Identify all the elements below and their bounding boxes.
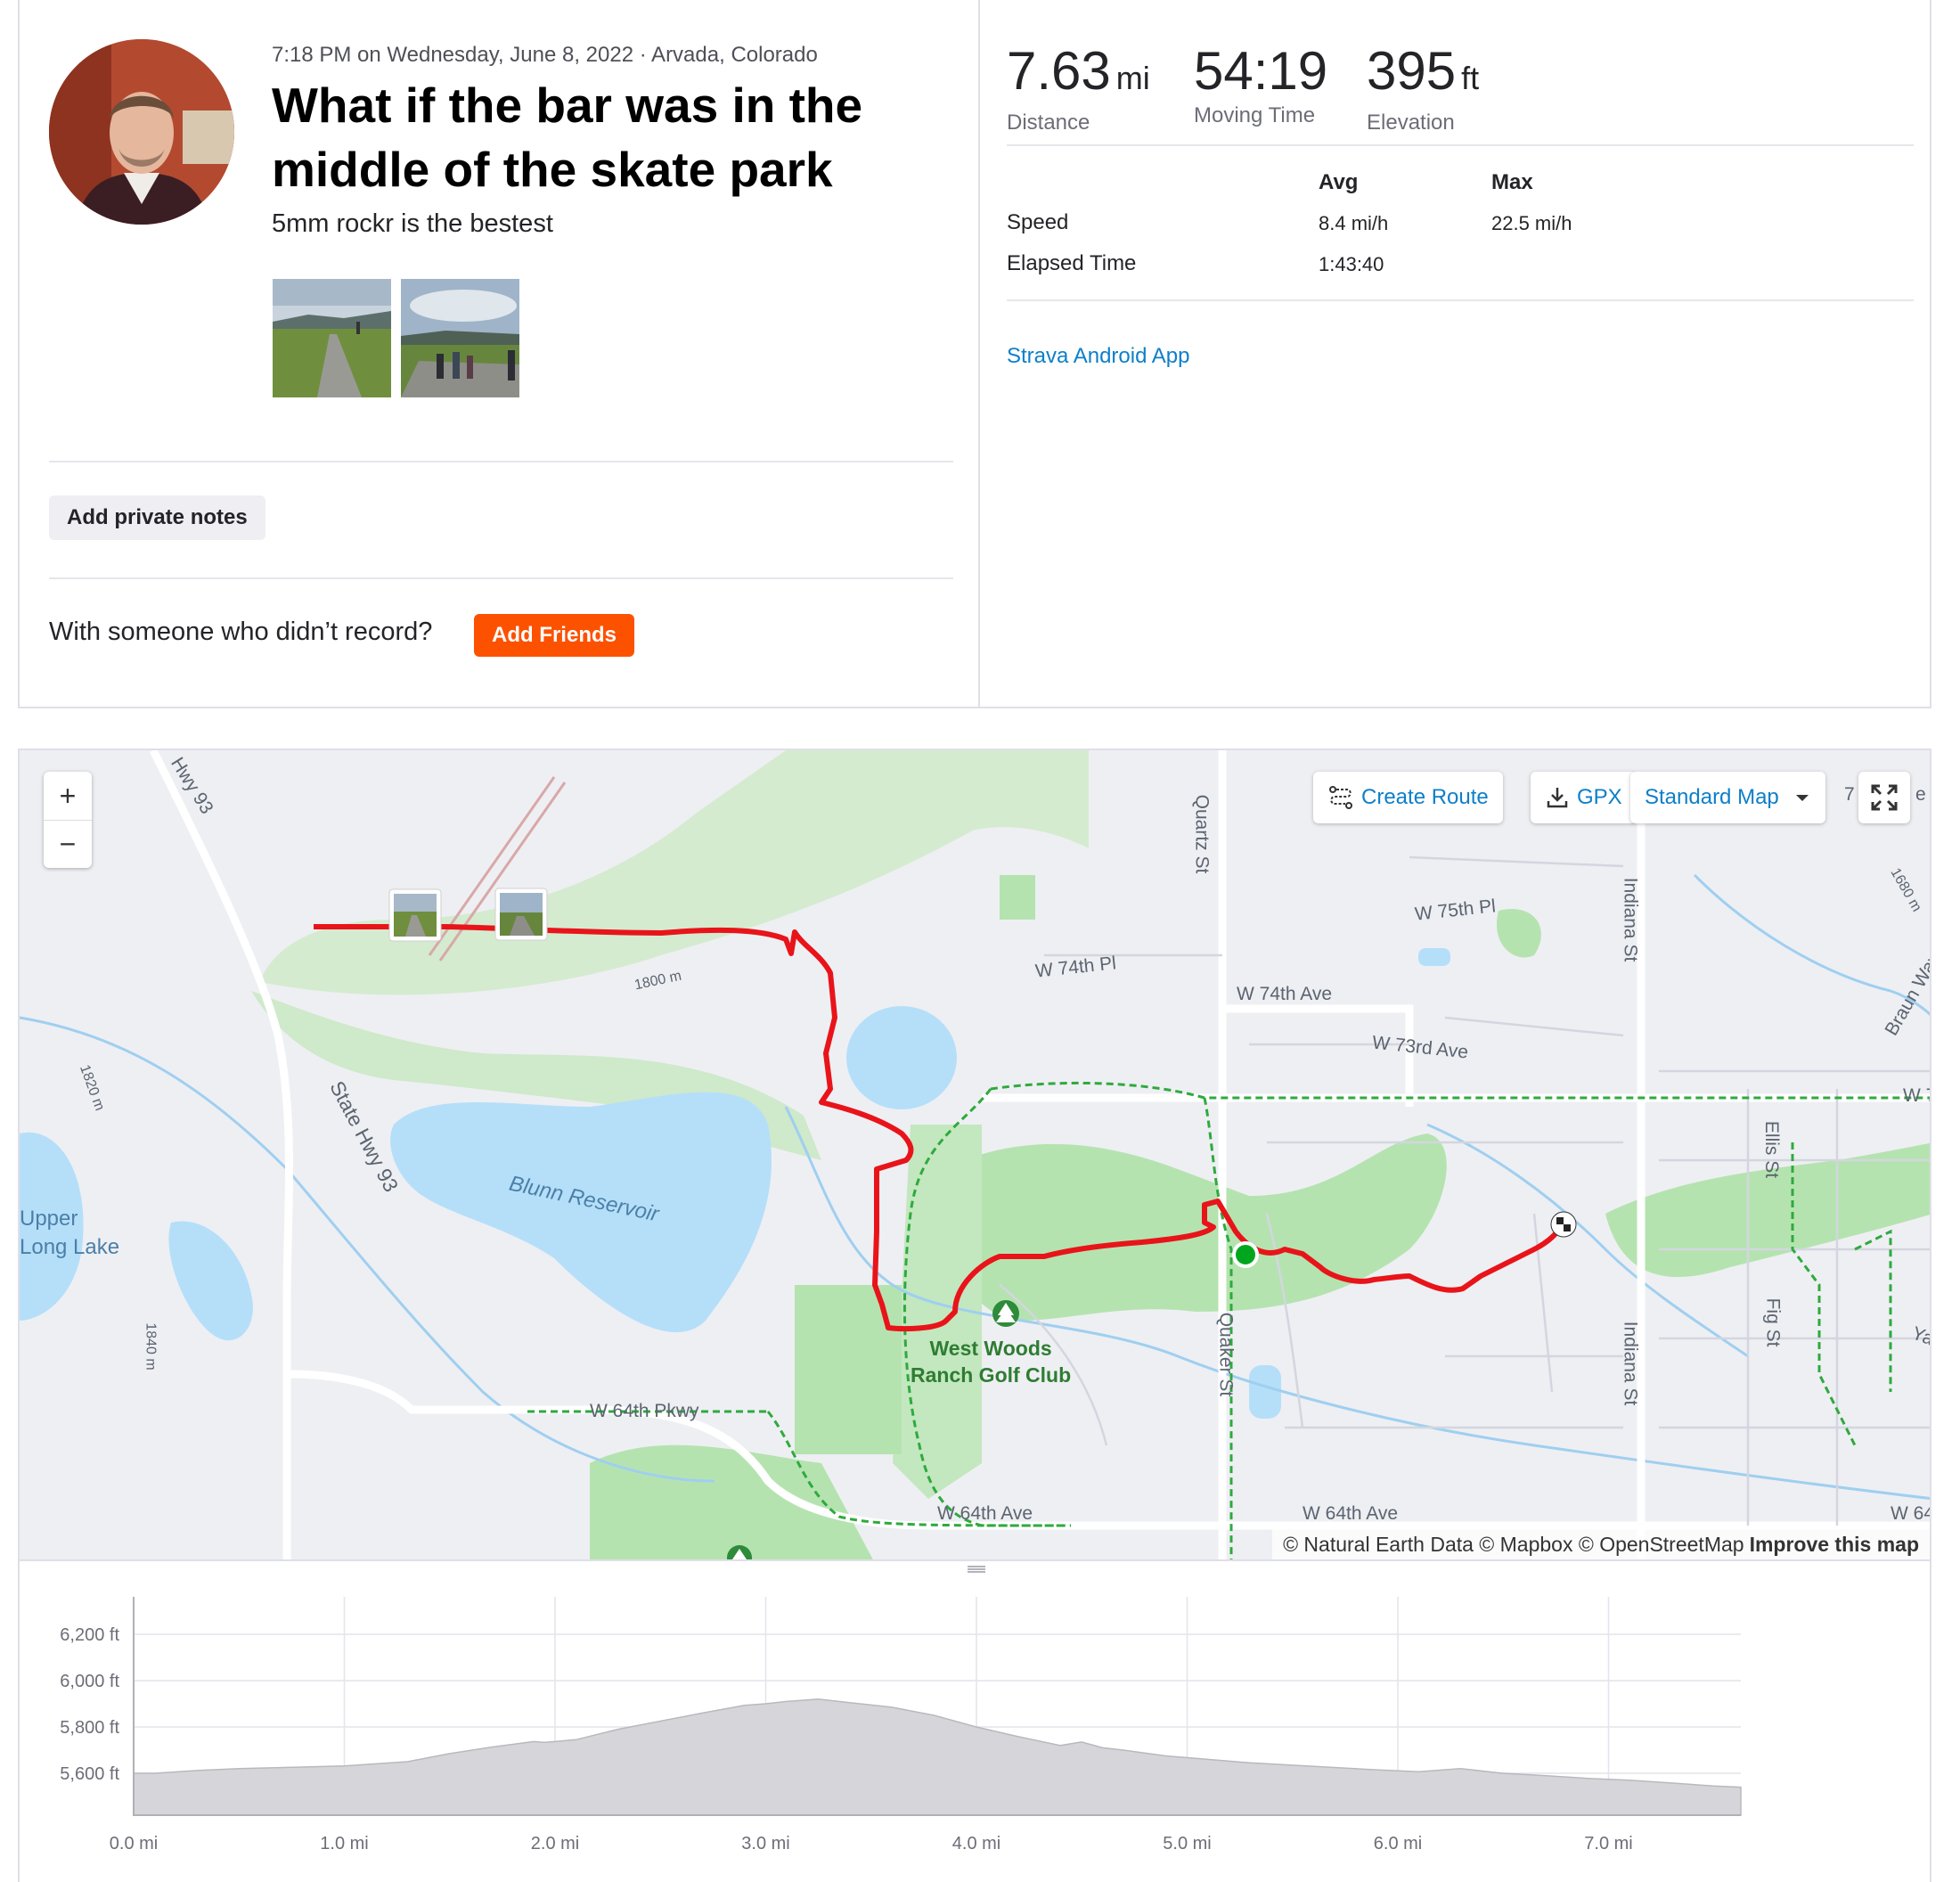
zoom-controls: + − xyxy=(44,772,92,868)
create-route-label: Create Route xyxy=(1361,785,1489,809)
y-tick-label: 5,600 ft xyxy=(60,1764,119,1784)
column-header-avg: Avg xyxy=(1319,170,1359,194)
activity-datetime-location: 7:18 PM on Wednesday, June 8, 2022 · Arv… xyxy=(272,43,818,67)
x-tick-label: 4.0 mi xyxy=(952,1834,1000,1853)
route-icon xyxy=(1329,786,1352,809)
map-attribution: © Natural Earth Data © Mapbox © OpenStre… xyxy=(1272,1529,1930,1559)
activity-stats: 7.63 mi Distance 54:19 Moving Time 395 ft … xyxy=(982,0,1931,707)
map-label-w74th-ave: W 74th Ave xyxy=(1237,984,1333,1004)
map-label-w64: W 64 xyxy=(1891,1503,1931,1524)
x-tick-label: 7.0 mi xyxy=(1584,1834,1632,1853)
download-icon xyxy=(1547,788,1568,808)
with-someone-prompt: With someone who didn’t record? xyxy=(49,618,433,646)
map-label-w64th-pkwy: W 64th Pkwy xyxy=(590,1401,699,1421)
fullscreen-button[interactable] xyxy=(1858,772,1910,823)
activity-description: 5mm rockr is the bestest xyxy=(272,209,553,238)
map-canvas[interactable] xyxy=(20,750,1931,1561)
caret-down-icon xyxy=(1795,795,1809,801)
add-friends-button[interactable]: Add Friends xyxy=(474,614,634,657)
golf-course-tree-icon xyxy=(992,1300,1019,1327)
elevation-chart[interactable]: 6,200 ft 6,000 ft 5,800 ft 5,600 ft 0.0 mi 1.… xyxy=(20,1561,1930,1882)
map-label-west-woods-ranch-golf-club: West Woods Ranch Golf Club xyxy=(911,1337,1072,1387)
x-tick-label: 0.0 mi xyxy=(110,1834,158,1853)
speed-max: 22.5 mi/h xyxy=(1491,212,1572,234)
expand-icon xyxy=(1871,784,1898,811)
y-tick-label: 6,000 ft xyxy=(60,1672,119,1691)
stat-distance-value: 7.63 xyxy=(1007,41,1111,101)
improve-map-link[interactable]: Improve this map xyxy=(1750,1533,1919,1557)
map-label-fragment: 7 xyxy=(1844,784,1855,805)
gpx-button[interactable]: GPX xyxy=(1531,772,1637,823)
map-label-fig-st: Fig St xyxy=(1762,1297,1784,1347)
create-route-button[interactable]: Create Route xyxy=(1313,772,1503,823)
zoom-out-button[interactable]: − xyxy=(44,820,92,868)
zoom-in-button[interactable]: + xyxy=(44,772,92,820)
start-marker[interactable] xyxy=(1232,1241,1259,1268)
stat-elevation: 395 ft Elevation xyxy=(1367,43,1479,135)
photo-marker-2[interactable] xyxy=(494,888,548,941)
map-label-quaker-st: Quaker St xyxy=(1215,1312,1237,1397)
stat-distance-label: Distance xyxy=(1007,110,1090,135)
athlete-avatar[interactable] xyxy=(49,39,234,225)
map-label-contour-1840: 1840 m xyxy=(143,1322,159,1371)
park-area xyxy=(1000,875,1035,920)
row-label-elapsed-time: Elapsed Time xyxy=(1007,251,1137,275)
divider xyxy=(1007,144,1914,146)
device-link[interactable]: Strava Android App xyxy=(1007,344,1189,369)
x-tick-label: 1.0 mi xyxy=(320,1834,368,1853)
divider xyxy=(1007,299,1914,301)
activity-photo-2[interactable] xyxy=(401,279,519,397)
x-tick-label: 3.0 mi xyxy=(741,1834,789,1853)
stat-elevation-unit: ft xyxy=(1461,60,1480,96)
map-label-w64th-ave: W 64th Ave xyxy=(1303,1503,1399,1524)
map-label-quartz-st: Quartz St xyxy=(1191,794,1213,874)
lake xyxy=(846,1006,957,1109)
stat-elevation-label: Elevation xyxy=(1367,110,1455,135)
stat-moving-time-label: Moving Time xyxy=(1194,103,1316,127)
y-tick-label: 5,800 ft xyxy=(60,1718,119,1738)
elevation-area xyxy=(133,1698,1742,1816)
column-header-max: Max xyxy=(1491,170,1533,194)
photo-marker-1[interactable] xyxy=(388,888,442,942)
x-tick-label: 5.0 mi xyxy=(1163,1834,1211,1853)
divider xyxy=(49,461,953,462)
gpx-label: GPX xyxy=(1577,785,1622,809)
activity-photo-1[interactable] xyxy=(273,279,391,397)
map-label-indiana-st-north: Indiana St xyxy=(1620,877,1641,962)
stat-distance-unit: mi xyxy=(1115,60,1150,96)
elapsed-time-avg: 1:43:40 xyxy=(1319,253,1384,275)
stat-distance: 7.63 mi Distance xyxy=(1007,43,1150,135)
activity-title: What if the bar was in the middle of the… xyxy=(272,78,863,197)
x-tick-label: 6.0 mi xyxy=(1374,1834,1422,1853)
map-style-label: Standard Map xyxy=(1645,785,1779,809)
pond xyxy=(1249,1365,1281,1419)
elevation-profile[interactable]: 6,200 ft 6,000 ft 5,800 ft 5,600 ft 0.0 mi 1.… xyxy=(18,1561,1931,1882)
map-label-w64th-ave: W 64th Ave xyxy=(937,1503,1033,1524)
map-label-fragment: e xyxy=(1915,784,1926,805)
y-tick-label: 6,200 ft xyxy=(60,1625,119,1645)
speed-avg: 8.4 mi/h xyxy=(1319,212,1389,234)
map-label-w7: W 7 xyxy=(1903,1085,1930,1106)
divider xyxy=(49,577,953,579)
row-label-speed: Speed xyxy=(1007,210,1069,234)
map-label-upper-long-lake: Upper Long Lake xyxy=(20,1207,120,1259)
x-tick-label: 2.0 mi xyxy=(531,1834,579,1853)
activity-map[interactable]: Hwy 93 State Hwy 93 Blunn Reservoir Uppe… xyxy=(18,749,1931,1561)
attribution-text[interactable]: © Natural Earth Data © Mapbox © OpenStre… xyxy=(1283,1533,1744,1557)
stat-moving-time-value: 54:19 xyxy=(1194,41,1328,101)
map-label-indiana-st-south: Indiana St xyxy=(1620,1321,1641,1406)
stat-elevation-value: 395 xyxy=(1367,41,1457,101)
map-label-ellis-st: Ellis St xyxy=(1761,1120,1783,1179)
pond xyxy=(1418,948,1450,966)
stat-moving-time: 54:19 Moving Time xyxy=(1194,43,1327,128)
add-private-notes-button[interactable]: Add private notes xyxy=(49,495,265,540)
activity-summary: 7:18 PM on Wednesday, June 8, 2022 · Arv… xyxy=(20,0,980,707)
map-style-select[interactable]: Standard Map xyxy=(1630,772,1825,823)
finish-marker[interactable] xyxy=(1550,1211,1577,1238)
activity-card: 7:18 PM on Wednesday, June 8, 2022 · Arv… xyxy=(18,0,1931,708)
